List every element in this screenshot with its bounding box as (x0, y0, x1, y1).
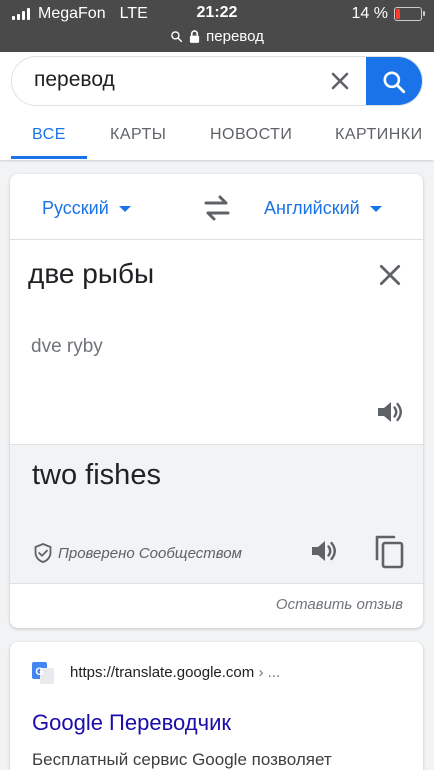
source-text-input[interactable]: две рыбы (28, 258, 154, 290)
chevron-down-icon (118, 205, 131, 212)
active-tab-indicator (11, 156, 87, 159)
tab-news[interactable]: НОВОСТИ (210, 126, 292, 144)
clear-source-icon[interactable] (377, 262, 403, 288)
speaker-icon[interactable] (374, 396, 406, 428)
search-icon (171, 31, 183, 43)
language-row: Русский Английский (10, 174, 423, 240)
transliteration: dve ryby (31, 336, 103, 357)
result-url-text: https://translate.google.com (70, 664, 255, 681)
lock-icon (190, 30, 200, 43)
search-icon (383, 71, 406, 94)
target-language-label: Английский (264, 198, 360, 218)
translate-card: Русский Английский две рыбы dve ryby two… (10, 174, 423, 628)
url-text: перевод (206, 28, 264, 45)
svg-text:G: G (35, 666, 44, 678)
shield-check-icon (34, 543, 52, 563)
source-language-select[interactable]: Русский (42, 198, 131, 219)
verified-badge: Проверено Сообществом (34, 543, 242, 563)
search-tabs: ВСЕ КАРТЫ НОВОСТИ КАРТИНКИ (0, 124, 434, 160)
search-button[interactable] (366, 57, 422, 105)
source-panel: две рыбы dve ryby (10, 240, 423, 444)
search-header: перевод ВСЕ КАРТЫ НОВОСТИ КАРТИНКИ (0, 52, 434, 160)
google-translate-icon: G (32, 662, 54, 684)
search-input[interactable]: перевод (34, 68, 115, 92)
search-result: G https://translate.google.com › ... Goo… (10, 642, 423, 770)
tab-maps[interactable]: КАРТЫ (110, 126, 166, 144)
verified-label: Проверено Сообществом (58, 544, 242, 562)
translation-panel: two fishes Проверено Сообществом (10, 444, 423, 584)
tab-images[interactable]: КАРТИНКИ (335, 126, 423, 144)
translation-text: two fishes (32, 459, 161, 491)
feedback-link[interactable]: Оставить отзыв (276, 596, 403, 613)
battery-percent: 14 % (351, 5, 388, 22)
tab-all[interactable]: ВСЕ (32, 126, 66, 144)
swap-languages-icon[interactable] (202, 194, 232, 222)
chevron-down-icon (369, 205, 382, 212)
address-bar[interactable]: перевод (0, 28, 434, 45)
result-url-suffix: › ... (258, 664, 281, 681)
battery-icon (394, 7, 425, 21)
speaker-icon[interactable] (308, 535, 340, 567)
result-snippet: Бесплатный сервис Google позволяет (32, 750, 332, 769)
result-url[interactable]: https://translate.google.com › ... (70, 664, 280, 681)
result-title-link[interactable]: Google Переводчик (32, 710, 231, 736)
copy-icon[interactable] (372, 533, 406, 569)
battery-level (396, 9, 400, 19)
target-language-select[interactable]: Английский (264, 198, 382, 219)
clear-search-icon[interactable] (328, 69, 352, 93)
status-right: 14 % (351, 5, 425, 23)
status-bar: MegaFon LTE 21:22 14 % перевод (0, 0, 434, 52)
search-box[interactable]: перевод (11, 56, 423, 106)
source-language-label: Русский (42, 198, 109, 218)
